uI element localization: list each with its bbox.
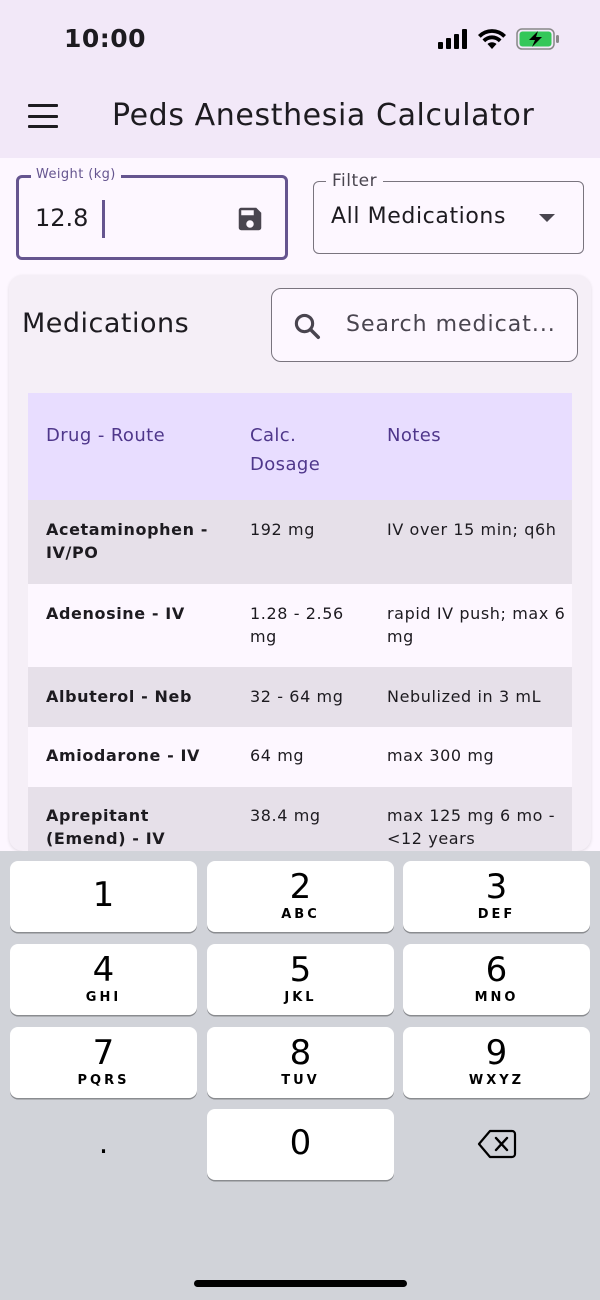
- cell-drug: Albuterol - Neb: [46, 687, 193, 706]
- app-title: Peds Anesthesia Calculator: [112, 98, 535, 133]
- medications-table: Drug - Route Calc. Dosage Notes Acetamin…: [28, 393, 572, 851]
- search-input[interactable]: Search medicat...: [271, 288, 578, 362]
- text-caret: [102, 200, 105, 238]
- key-7[interactable]: 7 PQRS: [10, 1027, 197, 1098]
- app-header: 10:00 Peds Anesthesia Calculator: [0, 0, 600, 158]
- key-digit: 4: [92, 950, 115, 990]
- key-6[interactable]: 6 MNO: [403, 944, 590, 1015]
- key-letters: GHI: [85, 990, 122, 1005]
- save-icon[interactable]: [235, 204, 265, 234]
- cell-notes: max 300 mg: [387, 746, 495, 765]
- key-3[interactable]: 3 DEF: [403, 861, 590, 932]
- key-digit: 2: [289, 867, 312, 907]
- table-row[interactable]: Albuterol - Neb 32 - 64 mg Nebulized in …: [28, 667, 572, 727]
- key-letters: PQRS: [77, 1073, 130, 1088]
- key-digit: 6: [485, 950, 508, 990]
- cell-notes: IV over 15 min; q6h: [387, 520, 557, 539]
- cell-dosage: 64 mg: [250, 746, 305, 765]
- status-time: 10:00: [64, 24, 147, 53]
- key-5[interactable]: 5 JKL: [207, 944, 394, 1015]
- header-notes[interactable]: Notes: [387, 421, 537, 450]
- table-header: Drug - Route Calc. Dosage Notes: [28, 393, 572, 500]
- table-row[interactable]: Acetaminophen - IV/PO 192 mg IV over 15 …: [28, 500, 572, 584]
- key-decimal-label: .: [98, 1126, 109, 1161]
- menu-icon[interactable]: [28, 104, 58, 128]
- weight-label: Weight (kg): [31, 167, 121, 182]
- table-row[interactable]: Aprepitant (Emend) - IV 38.4 mg max 125 …: [28, 787, 572, 851]
- medications-card: Medications Search medicat... Drug - Rou…: [9, 275, 591, 851]
- key-letters: MNO: [474, 990, 519, 1005]
- cell-notes: max 125 mg 6 mo - <12 years: [387, 806, 556, 848]
- weight-input[interactable]: Weight (kg) 12.8: [16, 167, 288, 260]
- cell-notes: Nebulized in 3 mL: [387, 687, 542, 706]
- cell-drug: Amiodarone - IV: [46, 746, 201, 765]
- medications-title: Medications: [22, 308, 190, 339]
- key-digit: 5: [289, 950, 312, 990]
- key-letters: WXYZ: [468, 1073, 525, 1088]
- key-1[interactable]: 1: [10, 861, 197, 932]
- header-calc-dosage[interactable]: Calc. Dosage: [250, 421, 340, 479]
- cell-dosage: 192 mg: [250, 520, 315, 539]
- cell-drug: Adenosine - IV: [46, 604, 185, 623]
- search-icon: [294, 313, 320, 339]
- key-decimal[interactable]: .: [10, 1109, 197, 1180]
- key-letters: JKL: [284, 990, 317, 1005]
- cell-dosage: 38.4 mg: [250, 806, 321, 825]
- key-letters: TUV: [281, 1073, 320, 1088]
- cell-drug: Aprepitant (Emend) - IV: [46, 806, 166, 848]
- filter-label: Filter: [326, 171, 384, 191]
- key-4[interactable]: 4 GHI: [10, 944, 197, 1015]
- key-digit: 9: [485, 1033, 508, 1073]
- backspace-icon: [477, 1129, 516, 1159]
- battery-charging-icon: [516, 28, 559, 50]
- table-row[interactable]: Amiodarone - IV 64 mg max 300 mg: [28, 727, 572, 787]
- key-2[interactable]: 2 ABC: [207, 861, 394, 932]
- key-8[interactable]: 8 TUV: [207, 1027, 394, 1098]
- cell-dosage: 1.28 - 2.56 mg: [250, 604, 344, 646]
- key-letters: ABC: [281, 907, 320, 922]
- numeric-keyboard: 1 2 ABC 3 DEF 4 GHI 5 JKL 6 MNO 7 PQRS 8…: [0, 851, 600, 1300]
- key-digit: 3: [485, 867, 508, 907]
- filter-dropdown[interactable]: Filter All Medications: [313, 171, 584, 254]
- key-letters: DEF: [477, 907, 516, 922]
- key-digit: 7: [92, 1033, 115, 1073]
- search-placeholder: Search medicat...: [346, 312, 556, 337]
- signal-icon: [438, 29, 467, 49]
- key-digit: 1: [92, 875, 115, 915]
- header-drug-route[interactable]: Drug - Route: [46, 421, 226, 450]
- table-row[interactable]: Adenosine - IV 1.28 - 2.56 mg rapid IV p…: [28, 584, 572, 667]
- wifi-icon: [478, 29, 506, 49]
- weight-value[interactable]: 12.8: [35, 204, 88, 232]
- key-digit: 8: [289, 1033, 312, 1073]
- key-digit: 0: [289, 1123, 312, 1163]
- key-0[interactable]: 0: [207, 1109, 394, 1180]
- filter-value: All Medications: [331, 204, 507, 229]
- cell-notes: rapid IV push; max 6 mg: [387, 604, 566, 646]
- backspace-key[interactable]: [403, 1109, 590, 1180]
- status-icons: [438, 28, 560, 50]
- dropdown-arrow-icon[interactable]: [539, 214, 555, 222]
- home-indicator[interactable]: [194, 1280, 407, 1287]
- key-9[interactable]: 9 WXYZ: [403, 1027, 590, 1098]
- cell-drug: Acetaminophen - IV/PO: [46, 520, 208, 562]
- cell-dosage: 32 - 64 mg: [250, 687, 344, 706]
